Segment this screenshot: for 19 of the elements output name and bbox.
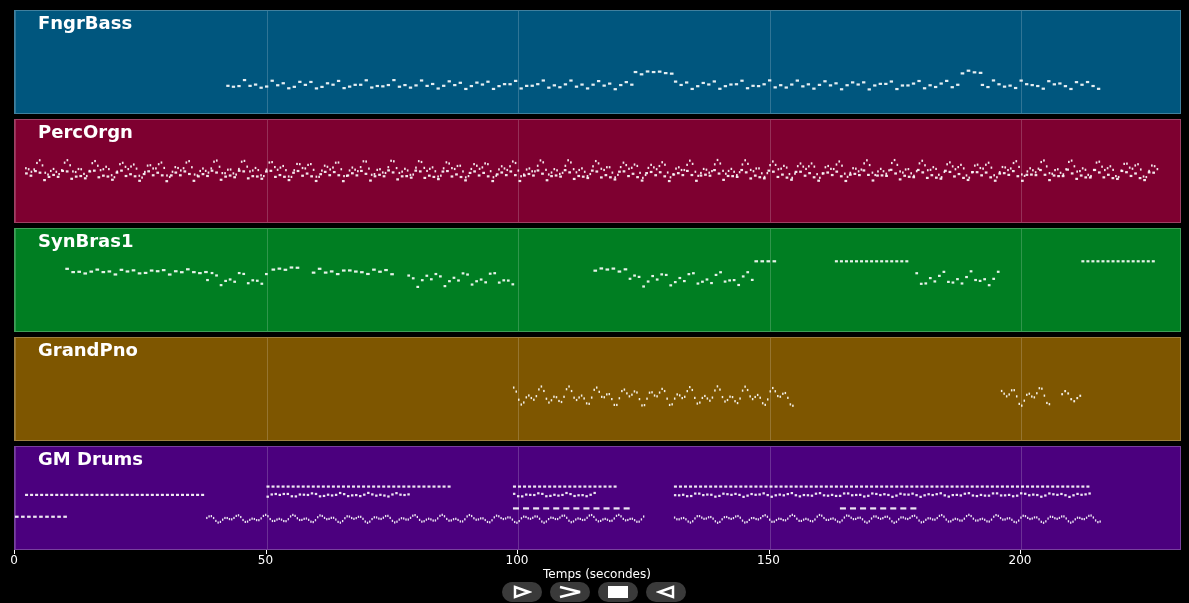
axis-label: Temps (secondes) [543, 567, 651, 581]
stop-icon [608, 586, 628, 598]
tick-label: 150 [757, 553, 780, 567]
play-button[interactable] [502, 582, 542, 602]
track-name: PercOrgn [38, 120, 133, 144]
tick-label: 50 [257, 553, 274, 567]
back-icon [656, 585, 676, 599]
chevron-right-icon [558, 585, 582, 599]
next-button[interactable] [550, 582, 590, 602]
tick-label: 0 [10, 553, 18, 567]
track-name: GrandPno [38, 338, 138, 362]
tick-label: 200 [1008, 553, 1032, 567]
play-icon [512, 585, 532, 599]
back-button[interactable] [646, 582, 686, 602]
track-name: SynBras1 [38, 229, 134, 253]
stop-button[interactable] [598, 582, 638, 602]
track-name: GM Drums [38, 447, 144, 471]
tick-label: 100 [505, 553, 529, 567]
track-name: FngrBass [38, 11, 133, 35]
